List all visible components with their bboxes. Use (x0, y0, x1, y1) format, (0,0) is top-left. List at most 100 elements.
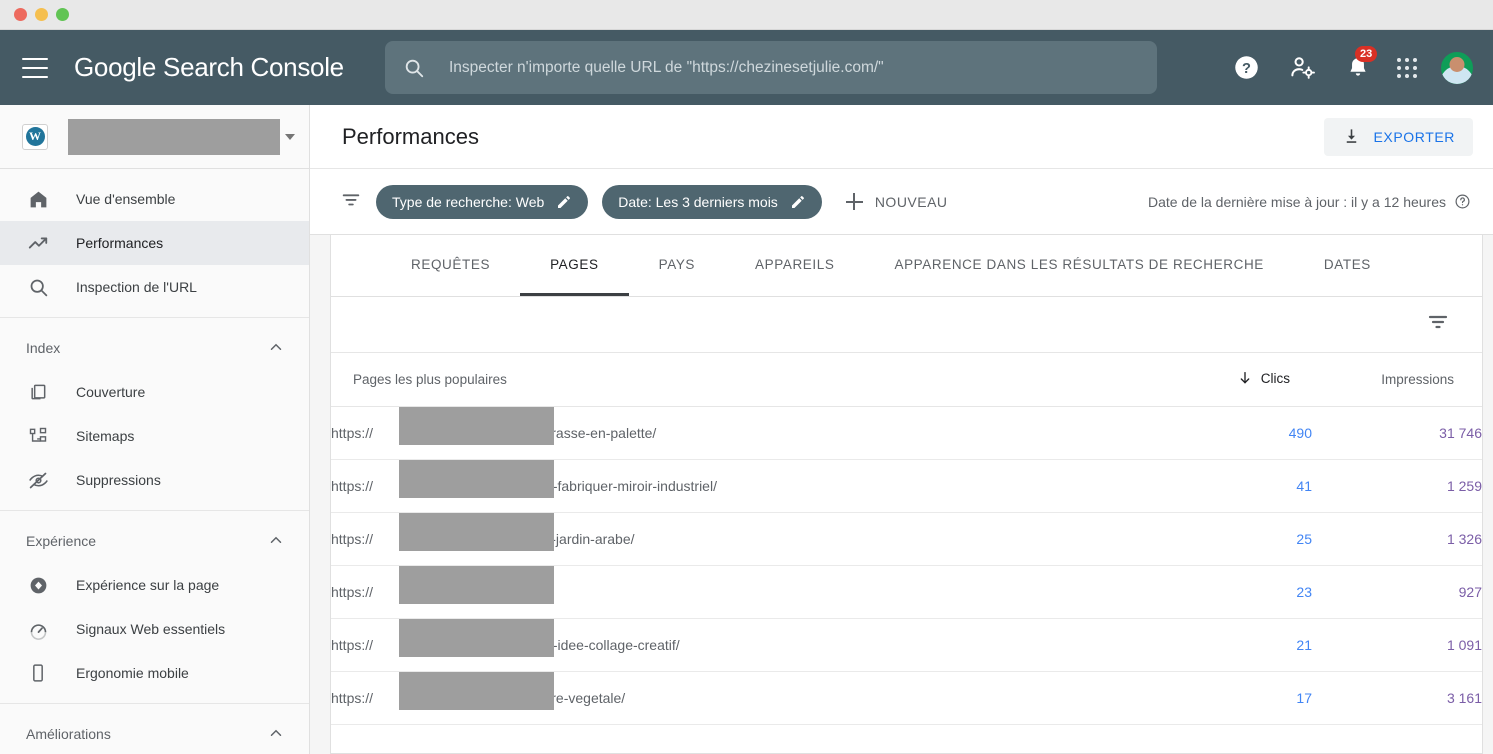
chevron-up-icon[interactable] (267, 531, 285, 552)
sidebar-item-coverage[interactable]: Couverture (0, 370, 309, 414)
cell-clicks: 41 (1162, 459, 1312, 513)
avatar[interactable] (1439, 49, 1475, 86)
filter-list-icon[interactable] (1426, 310, 1450, 339)
filter-chip-date[interactable]: Date: Les 3 derniers mois (602, 184, 822, 219)
url-redaction (399, 406, 554, 445)
arrow-down-icon (1240, 372, 1250, 384)
cell-impressions: 31 746 (1312, 406, 1482, 460)
cell-clicks: 490 (1162, 406, 1312, 460)
account-settings-button[interactable] (1285, 51, 1319, 85)
table-header-row: Pages les plus populaires Clics Impressi… (331, 353, 1482, 407)
sidebar-section-header-index[interactable]: Index (0, 326, 309, 370)
cell-impressions: 1 326 (1312, 512, 1482, 566)
sidebar-item-label: Expérience sur la page (76, 577, 220, 593)
page-title: Performances (342, 123, 479, 149)
window-zoom-button[interactable] (56, 8, 69, 21)
sidebar-item-mobile-usability[interactable]: Ergonomie mobile (0, 651, 309, 695)
cell-url[interactable]: https:// (331, 565, 1162, 619)
cell-url[interactable]: https:// /diy-fabriquer-miroir-industriel… (331, 459, 1162, 513)
sidebar-section-title: Index (26, 340, 61, 356)
pencil-icon (558, 195, 571, 208)
sidebar-item-core-web-vitals[interactable]: Signaux Web essentiels (0, 607, 309, 651)
cell-impressions: 927 (1312, 565, 1482, 619)
app-brand: Google Search Console (74, 52, 344, 83)
hamburger-icon[interactable] (22, 57, 48, 78)
column-header-clicks[interactable]: Clics (1162, 353, 1312, 407)
tab-search-appearance[interactable]: APPARENCE DANS LES RÉSULTATS DE RECHERCH… (864, 235, 1293, 296)
sidebar-item-sitemaps[interactable]: Sitemaps (0, 414, 309, 458)
notifications-button[interactable]: 23 (1341, 45, 1378, 85)
sidebar-section-index: Index Couverture Sitemaps Suppressions (0, 318, 309, 511)
sidebar-section-header-enhancements[interactable]: Améliorations (0, 712, 309, 754)
url-prefix: https:// (331, 637, 374, 653)
filter-chip-label: Type de recherche: Web (392, 193, 545, 210)
tab-dates[interactable]: DATES (1294, 235, 1401, 296)
help-icon: ? (1234, 56, 1258, 79)
chevron-up-icon[interactable] (267, 724, 285, 745)
cell-clicks: 25 (1162, 512, 1312, 566)
cell-url[interactable]: https:///art-jardin-arabe/ (331, 512, 1162, 566)
column-header-pages[interactable]: Pages les plus populaires (331, 353, 1162, 407)
tab-pages[interactable]: PAGES (520, 235, 629, 296)
filter-icon[interactable] (340, 188, 362, 215)
filter-chip-search-type[interactable]: Type de recherche: Web (376, 184, 589, 219)
property-name-redacted (68, 118, 280, 155)
svg-text:?: ? (1242, 61, 1251, 77)
url-prefix: https:// (331, 531, 374, 547)
main-content: Performances EXPORTER Type de recherche:… (310, 105, 1493, 754)
tab-queries[interactable]: REQUÊTES (381, 235, 520, 296)
export-button[interactable]: EXPORTER (1324, 117, 1473, 156)
table-row[interactable]: https:///diy-idee-collage-creatif/ 21 1 … (331, 618, 1482, 672)
app-header: GoogleSearch Console ? (0, 30, 1493, 105)
cell-url[interactable]: https:///diy-idee-collage-creatif/ (331, 618, 1162, 672)
sidebar-item-removals[interactable]: Suppressions (0, 458, 309, 502)
avatar-face (1449, 56, 1465, 72)
url-redaction (399, 512, 554, 551)
chevron-up-icon[interactable] (267, 338, 285, 359)
chevron-down-icon[interactable] (285, 133, 295, 140)
new-filter-button[interactable]: NOUVEAU (845, 193, 948, 210)
table-row[interactable]: https:// 23 927 (331, 565, 1482, 619)
sidebar-item-performance[interactable]: Performances (0, 221, 309, 265)
page-experience-icon (26, 573, 50, 597)
search-input[interactable] (449, 58, 1139, 77)
table-row[interactable]: https:///terre-vegetale/ 17 3 161 (331, 671, 1482, 725)
sidebar-item-page-experience[interactable]: Expérience sur la page (0, 563, 309, 607)
cell-url[interactable]: https:///terre-vegetale/ (331, 671, 1162, 725)
column-header-impressions[interactable]: Impressions (1312, 353, 1482, 407)
tab-devices[interactable]: APPAREILS (725, 235, 864, 296)
help-circle-icon[interactable] (1454, 193, 1471, 210)
sidebar-item-label: Couverture (76, 384, 146, 400)
sidebar-section-experience: Expérience Expérience sur la page Signau… (0, 511, 309, 704)
sidebar-item-url-inspection[interactable]: Inspection de l'URL (0, 265, 309, 309)
new-filter-label: NOUVEAU (874, 193, 948, 210)
column-header-clicks-label: Clics (1260, 370, 1290, 386)
cell-clicks: 17 (1162, 671, 1312, 725)
performance-table: Pages les plus populaires Clics Impressi… (331, 353, 1482, 725)
window-close-button[interactable] (14, 8, 27, 21)
cell-impressions: 1 259 (1312, 459, 1482, 513)
sidebar-item-label: Vue d'ensemble (76, 191, 176, 207)
window-minimize-button[interactable] (35, 8, 48, 21)
help-button[interactable]: ? (1229, 51, 1263, 85)
sidebar-primary-nav: Vue d'ensemble Performances Inspection d… (0, 169, 309, 318)
download-icon (1347, 129, 1357, 143)
sidebar-section-enhancements: Améliorations (0, 704, 309, 754)
search-icon (405, 59, 424, 77)
table-row[interactable]: https:///art-jardin-arabe/ 25 1 326 (331, 512, 1482, 566)
property-selector[interactable]: W (0, 105, 309, 169)
apps-grid-icon[interactable] (1397, 57, 1417, 78)
sidebar-section-title: Améliorations (26, 726, 111, 742)
table-row[interactable]: https:// /diy-fabriquer-miroir-industriel… (331, 459, 1482, 513)
table-toolbar (331, 297, 1482, 353)
sidebar-item-overview[interactable]: Vue d'ensemble (0, 177, 309, 221)
pencil-icon (791, 195, 804, 208)
sidebar-section-header-experience[interactable]: Expérience (0, 519, 309, 563)
table-row[interactable]: https:///terrasse-en-palette/ 490 31 746 (331, 406, 1482, 460)
url-inspection-search[interactable] (385, 41, 1157, 94)
sidebar-item-label: Inspection de l'URL (76, 279, 197, 295)
cell-url[interactable]: https:///terrasse-en-palette/ (331, 406, 1162, 460)
tab-countries[interactable]: PAYS (629, 235, 725, 296)
export-button-label: EXPORTER (1373, 128, 1455, 145)
sidebar-item-label: Ergonomie mobile (76, 665, 189, 681)
